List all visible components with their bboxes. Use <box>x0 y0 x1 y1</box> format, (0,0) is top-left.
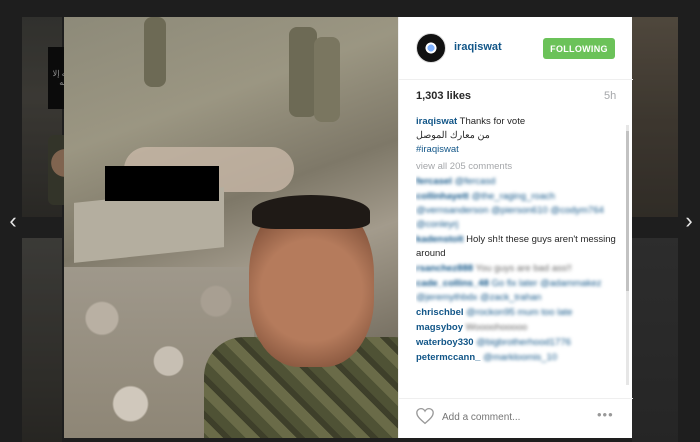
comment-item: kadenstolt Holy sh!t these guys aren't m… <box>416 233 616 261</box>
comment-text: You guys are bad ass!! <box>475 263 572 274</box>
comment-text: @bigbrotherhood1776 <box>476 337 571 348</box>
caption-text: Thanks for vote <box>459 116 526 127</box>
avatar[interactable] <box>416 33 446 63</box>
likes-count[interactable]: 1,303 likes <box>416 90 471 102</box>
scrollbar-thumb[interactable] <box>626 131 629 291</box>
comment-item: cade_collins_48 Go fix later @adammakez … <box>416 277 616 305</box>
post-modal: iraqiswat FOLLOWING 1,303 likes 5h iraqi… <box>64 17 633 438</box>
post-time[interactable]: 5h <box>604 90 616 102</box>
comment-item: petermccann_ @markloomis_10 <box>416 351 616 365</box>
comment-username[interactable]: fercasel <box>416 176 452 187</box>
previous-arrow-icon[interactable]: ‹ <box>3 209 23 233</box>
post-photo[interactable] <box>64 17 398 438</box>
post-header: iraqiswat FOLLOWING <box>399 17 633 80</box>
caption: iraqiswat Thanks for vote من معارك الموص… <box>416 115 616 157</box>
selfie-soldier <box>204 187 398 438</box>
comment-item: collinhayett @the_raging_roach @vernsand… <box>416 190 616 232</box>
comment-text: @rockon95 mum too late <box>466 307 573 318</box>
comment-username[interactable]: kadenstolt <box>416 234 464 245</box>
caption-hashtag[interactable]: #iraqiswat <box>416 143 616 157</box>
comment-item: waterboy330 @bigbrotherhood1776 <box>416 336 616 350</box>
username-link[interactable]: iraqiswat <box>454 41 502 53</box>
comment-username[interactable]: waterboy330 <box>416 337 474 348</box>
comment-text: Woooohooooo <box>465 322 528 333</box>
next-arrow-icon[interactable]: › <box>679 209 699 233</box>
post-sidebar: iraqiswat FOLLOWING 1,303 likes 5h iraqi… <box>398 17 633 438</box>
swat-emblem-icon <box>424 41 438 55</box>
background-soldier <box>314 37 340 122</box>
comments-scrollbar[interactable] <box>625 119 630 391</box>
comment-username[interactable]: petermccann_ <box>416 352 480 363</box>
comments-list: iraqiswat Thanks for vote من معارك الموص… <box>416 115 616 391</box>
censor-bar <box>105 166 219 201</box>
following-button[interactable]: FOLLOWING <box>543 38 615 59</box>
comment-username[interactable]: collinhayett <box>416 191 469 202</box>
comment-text: @markloomis_10 <box>483 352 558 363</box>
background-soldier <box>144 17 166 87</box>
caption-arabic: من معارك الموصل <box>416 130 490 141</box>
comment-username[interactable]: magsyboy <box>416 322 463 333</box>
caption-username[interactable]: iraqiswat <box>416 116 457 127</box>
comment-item: fercasel @fercasd <box>416 175 616 189</box>
comment-username[interactable]: rsanchez888 <box>416 263 473 274</box>
comment-item: magsyboy Woooohooooo <box>416 321 616 335</box>
view-all-comments-link[interactable]: view all 205 comments <box>416 160 616 174</box>
comment-username[interactable]: cade_collins_48 <box>416 278 489 289</box>
comment-item: chrischbel @rockon95 mum too late <box>416 306 616 320</box>
post-footer: ••• <box>399 398 633 439</box>
comment-username[interactable]: chrischbel <box>416 307 464 318</box>
heart-icon[interactable] <box>415 407 435 425</box>
comment-text: @fercasd <box>454 176 496 187</box>
background-soldier <box>289 27 317 117</box>
comment-item: rsanchez888 You guys are bad ass!! <box>416 262 616 276</box>
more-options-icon[interactable]: ••• <box>597 407 614 422</box>
add-comment-input[interactable] <box>442 409 582 425</box>
hair <box>252 195 370 229</box>
